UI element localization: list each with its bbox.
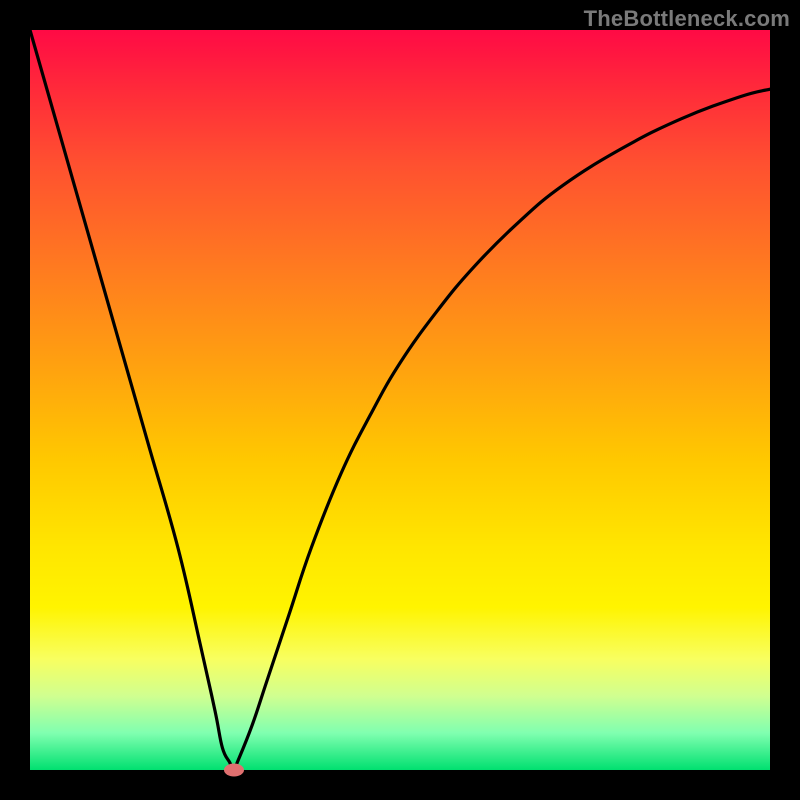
- chart-frame: [30, 30, 770, 770]
- plot-area: [30, 30, 770, 770]
- watermark-text: TheBottleneck.com: [584, 6, 790, 32]
- minimum-marker: [224, 764, 244, 777]
- bottleneck-curve: [30, 30, 770, 770]
